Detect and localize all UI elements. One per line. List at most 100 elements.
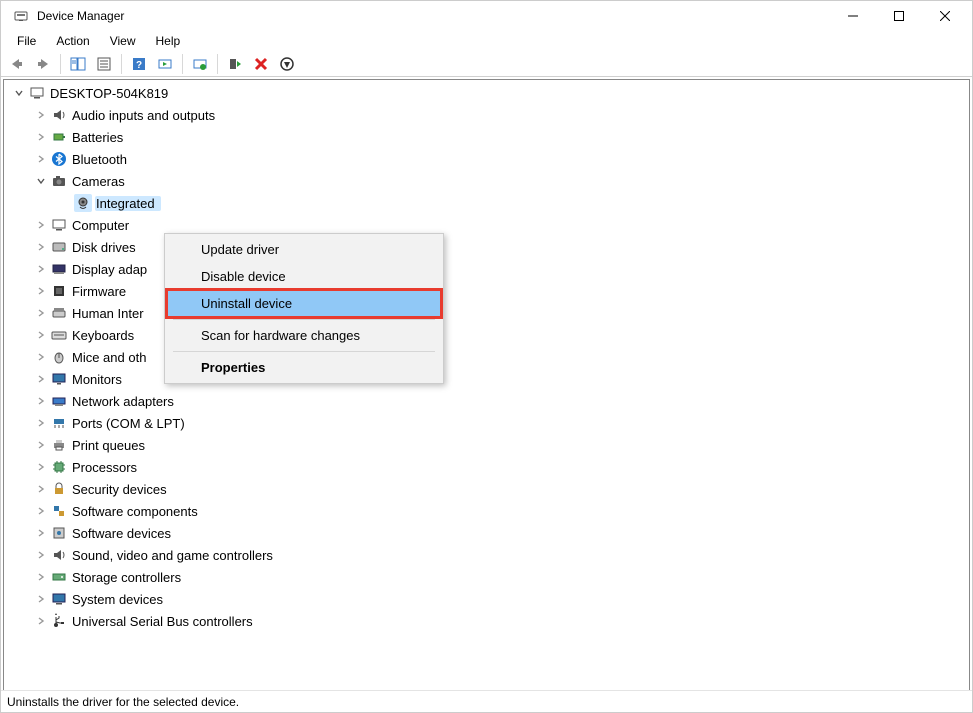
disable-device-button[interactable]: [275, 53, 299, 75]
tree-item-security[interactable]: Security devices: [4, 478, 969, 500]
statusbar: Uninstalls the driver for the selected d…: [1, 690, 972, 712]
ctx-uninstall-device[interactable]: Uninstall device: [167, 290, 441, 317]
tree-item-label: Mice and oth: [71, 350, 146, 365]
chevron-right-icon[interactable]: [34, 328, 48, 342]
maximize-button[interactable]: [876, 1, 922, 31]
tree-item-label: Software devices: [71, 526, 171, 541]
tree-item-integrated-webcam[interactable]: Integrated: [4, 192, 969, 214]
ctx-separator: [173, 319, 435, 320]
tree-item-keyboards[interactable]: Keyboards: [4, 324, 969, 346]
help-button[interactable]: ?: [127, 53, 151, 75]
chevron-right-icon[interactable]: [34, 482, 48, 496]
chevron-right-icon[interactable]: [34, 284, 48, 298]
chevron-right-icon[interactable]: [34, 372, 48, 386]
tree-item-label: Storage controllers: [71, 570, 181, 585]
tree-item-firmware[interactable]: Firmware: [4, 280, 969, 302]
chevron-right-icon[interactable]: [34, 218, 48, 232]
ports-icon: [50, 414, 68, 432]
ctx-scan-hardware[interactable]: Scan for hardware changes: [167, 322, 441, 349]
sound-icon: [50, 546, 68, 564]
audio-icon: [50, 106, 68, 124]
tree-item-batteries[interactable]: Batteries: [4, 126, 969, 148]
chevron-right-icon[interactable]: [34, 394, 48, 408]
tree-item-hid[interactable]: Human Inter: [4, 302, 969, 324]
tree-item-software-devices[interactable]: Software devices: [4, 522, 969, 544]
tree-item-audio[interactable]: Audio inputs and outputs: [4, 104, 969, 126]
monitor-icon: [50, 370, 68, 388]
tree-item-label: Print queues: [71, 438, 145, 453]
computer-icon: [28, 84, 46, 102]
ctx-properties[interactable]: Properties: [167, 354, 441, 381]
uninstall-device-button[interactable]: [249, 53, 273, 75]
chevron-right-icon[interactable]: [34, 548, 48, 562]
enable-device-button[interactable]: [223, 53, 247, 75]
chevron-right-icon[interactable]: [34, 460, 48, 474]
chevron-right-icon[interactable]: [34, 350, 48, 364]
tree-item-label: Processors: [71, 460, 137, 475]
tree-item-computer[interactable]: Computer: [4, 214, 969, 236]
chevron-right-icon[interactable]: [34, 130, 48, 144]
battery-icon: [50, 128, 68, 146]
tree-item-network[interactable]: Network adapters: [4, 390, 969, 412]
window-controls: [830, 1, 968, 31]
keyboard-icon: [50, 326, 68, 344]
tree-item-mice[interactable]: Mice and oth: [4, 346, 969, 368]
device-tree[interactable]: DESKTOP-504K819 Audio inputs and outputs…: [3, 79, 970, 697]
menu-action[interactable]: Action: [46, 32, 99, 50]
tree-item-sound-video-game[interactable]: Sound, video and game controllers: [4, 544, 969, 566]
minimize-button[interactable]: [830, 1, 876, 31]
ctx-disable-device[interactable]: Disable device: [167, 263, 441, 290]
chevron-right-icon[interactable]: [34, 152, 48, 166]
chevron-down-icon[interactable]: [34, 174, 48, 188]
tree-root[interactable]: DESKTOP-504K819: [4, 82, 969, 104]
tree-item-storage-controllers[interactable]: Storage controllers: [4, 566, 969, 588]
tree-item-cameras[interactable]: Cameras: [4, 170, 969, 192]
chevron-right-icon[interactable]: [34, 262, 48, 276]
close-button[interactable]: [922, 1, 968, 31]
chevron-right-icon[interactable]: [34, 240, 48, 254]
chevron-right-icon[interactable]: [34, 306, 48, 320]
tree-item-label: Bluetooth: [71, 152, 127, 167]
properties-button[interactable]: [92, 53, 116, 75]
tree-item-label: Cameras: [71, 174, 125, 189]
tree-item-monitors[interactable]: Monitors: [4, 368, 969, 390]
tree-item-bluetooth[interactable]: Bluetooth: [4, 148, 969, 170]
tree-item-software-components[interactable]: Software components: [4, 500, 969, 522]
hid-icon: [50, 304, 68, 322]
tree-item-label: System devices: [71, 592, 163, 607]
titlebar: Device Manager: [1, 1, 972, 31]
ctx-update-driver[interactable]: Update driver: [167, 236, 441, 263]
back-button[interactable]: [5, 53, 29, 75]
tree-item-print-queues[interactable]: Print queues: [4, 434, 969, 456]
chevron-right-icon[interactable]: [34, 592, 48, 606]
chevron-right-icon[interactable]: [34, 570, 48, 584]
menu-help[interactable]: Help: [146, 32, 191, 50]
forward-button[interactable]: [31, 53, 55, 75]
tree-item-system-devices[interactable]: System devices: [4, 588, 969, 610]
show-hide-console-tree-button[interactable]: [66, 53, 90, 75]
tree-item-processors[interactable]: Processors: [4, 456, 969, 478]
tree-item-display-adapters[interactable]: Display adap: [4, 258, 969, 280]
tree-item-ports[interactable]: Ports (COM & LPT): [4, 412, 969, 434]
tree-item-usb-controllers[interactable]: Universal Serial Bus controllers: [4, 610, 969, 632]
chevron-right-icon[interactable]: [34, 504, 48, 518]
chevron-right-icon[interactable]: [34, 438, 48, 452]
update-driver-button[interactable]: [188, 53, 212, 75]
tree-item-label: Network adapters: [71, 394, 174, 409]
menubar: File Action View Help: [1, 31, 972, 51]
chevron-right-icon[interactable]: [34, 526, 48, 540]
scan-hardware-button[interactable]: [153, 53, 177, 75]
chevron-right-icon[interactable]: [34, 614, 48, 628]
display-adapter-icon: [50, 260, 68, 278]
tree-item-label: Keyboards: [71, 328, 134, 343]
menu-file[interactable]: File: [7, 32, 46, 50]
firmware-icon: [50, 282, 68, 300]
menu-view[interactable]: View: [100, 32, 146, 50]
computer-icon: [50, 216, 68, 234]
chevron-right-icon[interactable]: [34, 108, 48, 122]
chevron-down-icon[interactable]: [12, 86, 26, 100]
tree-item-label: Disk drives: [71, 240, 136, 255]
tree-item-label: Universal Serial Bus controllers: [71, 614, 253, 629]
chevron-right-icon[interactable]: [34, 416, 48, 430]
tree-item-disk-drives[interactable]: Disk drives: [4, 236, 969, 258]
